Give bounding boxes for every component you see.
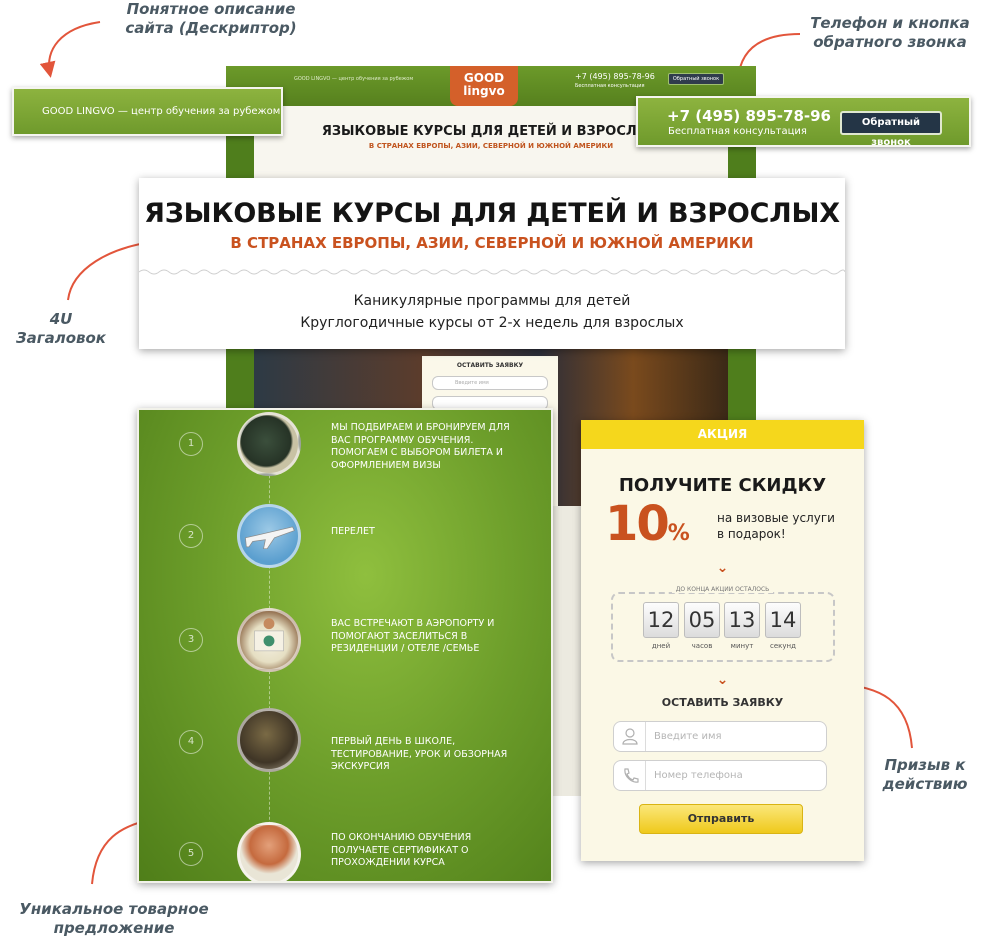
timer-days-label: дней (651, 642, 671, 650)
site-logo-line2: lingvo (463, 84, 505, 98)
headline-subtitle: В СТРАНАХ ЕВРОПЫ, АЗИИ, СЕВЕРНОЙ И ЮЖНОЙ… (230, 234, 754, 252)
step-text: Перелет (331, 526, 375, 537)
site-name-input[interactable]: Введите имя (432, 376, 548, 390)
chevron-down-icon: ⌄ (716, 672, 729, 688)
annotation-cta: Призыв к действию (882, 756, 968, 793)
promo-title: ПОЛУЧИТЕ СКИДКУ (618, 475, 827, 496)
annotation-headline: 4U Загаловок (15, 310, 106, 347)
site-callback-button[interactable]: Обратный звонок (668, 73, 724, 85)
form-title: ОСТАВИТЬ ЗАЯВКУ (661, 696, 784, 709)
step-number: 5 (179, 842, 203, 866)
timer-days: 12 (643, 602, 679, 638)
annotation-phone: Телефон и кнопка обратного звонка (810, 14, 970, 51)
phone-field (613, 760, 827, 791)
headline-description: Каникулярные программы для детей Круглог… (139, 290, 845, 334)
timer-seconds: 14 (765, 602, 801, 638)
arrow-descriptor (39, 21, 101, 78)
descriptor-text: GOOD LINGVO — центр обучения за рубежом (42, 106, 281, 117)
headline-line-kids: Каникулярные программы для детей (353, 293, 631, 309)
step-text: По окончанию обучения получаете сертифик… (331, 832, 472, 868)
step-number: 4 (179, 730, 203, 754)
discount-value: 10 (605, 496, 670, 552)
promo-header: АКЦИЯ (581, 420, 864, 449)
step-1: 1 Мы подбираем и бронируем для вас прогр… (139, 410, 551, 490)
callback-button[interactable]: Обратный звонок (840, 111, 942, 148)
annotation-usp: Уникальное товарное предложение (19, 900, 209, 937)
discount-line2: в подарок! (717, 527, 786, 541)
discount-line1: на визовые услуги (717, 511, 835, 525)
phone-callout: +7 (495) 895-78-96 Бесплатная консультац… (636, 96, 971, 148)
greeting-person-icon (237, 608, 301, 672)
step-3: 3 Вас встречают в аэропорту и помогают з… (139, 598, 551, 678)
phone-number[interactable]: +7 (495) 895-78-96 (667, 107, 831, 125)
site-logo[interactable]: GOOD lingvo (450, 66, 518, 106)
timer-hours-label: часов (691, 642, 713, 650)
step-text: Мы подбираем и бронируем для вас програм… (331, 422, 510, 471)
promo-callout: АКЦИЯ ПОЛУЧИТЕ СКИДКУ 10% на визовые усл… (581, 420, 864, 861)
annotation-descriptor: Понятное описание сайта (Дескриптор) (125, 0, 297, 37)
headline-callout: ЯЗЫКОВЫЕ КУРСЫ ДЛЯ ДЕТЕЙ И ВЗРОСЛЫХ В СТ… (139, 178, 845, 349)
tour-guide-icon (237, 708, 301, 772)
step-number: 2 (179, 524, 203, 548)
step-number: 1 (179, 432, 203, 456)
phone-icon (614, 761, 646, 790)
percent-sign: % (667, 521, 690, 546)
step-5: 5 По окончанию обучения получаете сертиф… (139, 806, 551, 881)
step-2: 2 Перелет (139, 494, 551, 574)
timer-label: ДО КОНЦА АКЦИИ ОСТАЛОСЬ (581, 586, 864, 593)
site-consult: Бесплатная консультация (575, 83, 645, 89)
usp-callout: 1 Мы подбираем и бронируем для вас прогр… (137, 408, 553, 883)
user-icon (614, 722, 646, 751)
submit-button[interactable]: Отправить (639, 804, 803, 834)
step-number: 3 (179, 628, 203, 652)
step-4: 4 Первый день в школе, тестирование, уро… (139, 702, 551, 782)
descriptor-callout: GOOD LINGVO — центр обучения за рубежом (12, 87, 283, 136)
site-phone: +7 (495) 895-78-96 (575, 72, 655, 81)
timer-minutes: 13 (724, 602, 760, 638)
phone-input[interactable] (654, 767, 819, 784)
airplane-icon (237, 504, 301, 568)
timer-hours: 05 (684, 602, 720, 638)
timer-minutes-label: минут (730, 642, 754, 650)
step-text: Первый день в школе, тестирование, урок … (331, 736, 508, 772)
passport-icon (237, 412, 301, 476)
name-input[interactable] (654, 728, 819, 745)
certificate-icon (237, 822, 301, 881)
step-text: Вас встречают в аэропорту и помогают зас… (331, 618, 495, 654)
consult-label: Бесплатная консультация (668, 126, 807, 137)
chevron-down-icon: ⌄ (716, 560, 729, 576)
name-field (613, 721, 827, 752)
discount-description: на визовые услуги в подарок! (717, 510, 835, 542)
discount-percent: 10% (605, 496, 690, 552)
site-descriptor: GOOD LINGVO — центр обучения за рубежом (294, 76, 414, 82)
site-form-title: ОСТАВИТЬ ЗАЯВКУ (456, 362, 524, 369)
timer-seconds-label: секунд (770, 642, 796, 650)
wave-divider (139, 269, 845, 275)
headline-title: ЯЗЫКОВЫЕ КУРСЫ ДЛЯ ДЕТЕЙ И ВЗРОСЛЫХ (144, 198, 840, 229)
headline-line-adults: Круглогодичные курсы от 2-х недель для в… (300, 315, 684, 331)
